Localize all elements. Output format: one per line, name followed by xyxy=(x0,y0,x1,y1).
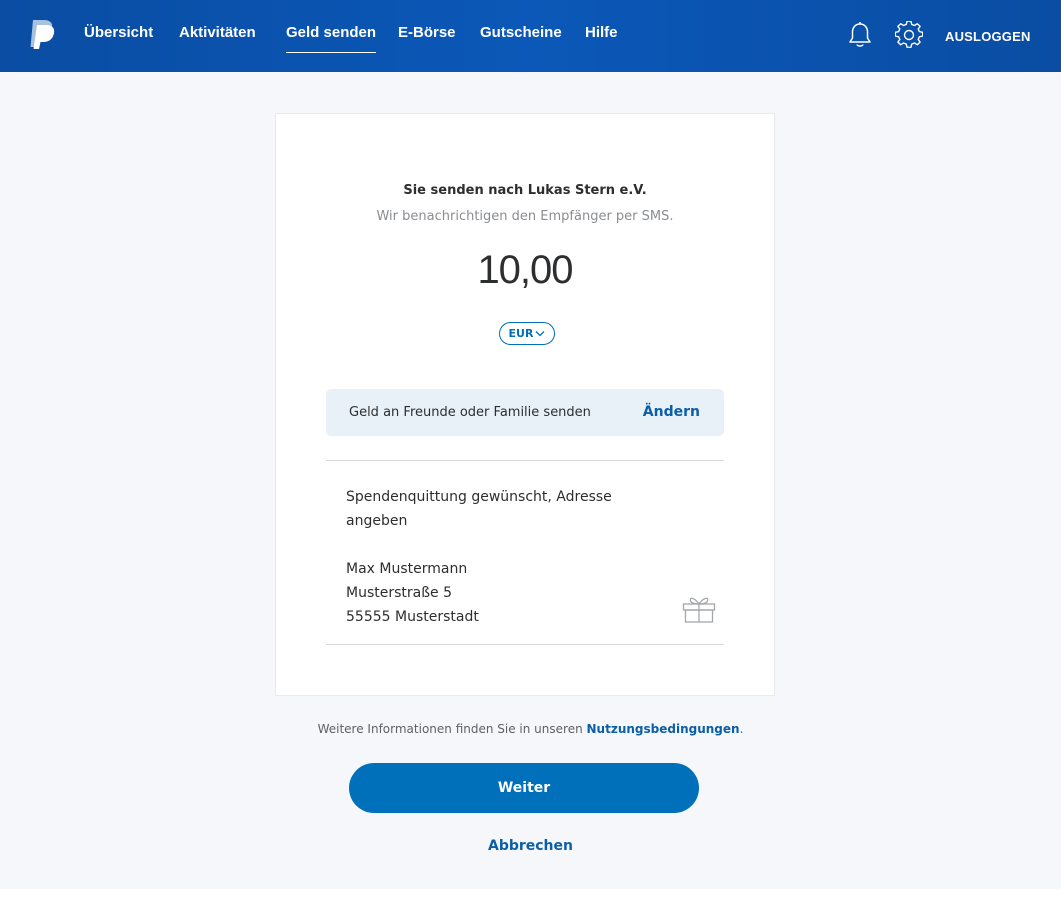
divider xyxy=(326,460,724,461)
currency-label: EUR xyxy=(508,327,534,340)
terms-suffix: . xyxy=(739,722,744,736)
send-money-card: Sie senden nach Lukas Stern e.V. Wir ben… xyxy=(275,113,775,696)
amount-value[interactable]: 10,00 xyxy=(276,248,774,293)
change-payment-type-link[interactable]: Ändern xyxy=(643,404,700,420)
divider xyxy=(326,644,724,645)
payment-type-box: Geld an Freunde oder Familie senden Ände… xyxy=(326,389,724,436)
recipient-heading: Sie senden nach Lukas Stern e.V. xyxy=(403,183,647,198)
nav-aktivitaeten[interactable]: Aktivitäten xyxy=(179,24,256,48)
sms-notice: Wir benachrichtigen den Empfänger per SM… xyxy=(376,209,674,224)
nav-uebersicht[interactable]: Übersicht xyxy=(84,24,153,48)
terms-prefix: Weitere Informationen finden Sie in unse… xyxy=(317,722,583,736)
terms-link[interactable]: Nutzungsbedingungen xyxy=(587,722,740,736)
logout-button[interactable]: AUSLOGGEN xyxy=(945,29,1031,44)
nav-gutscheine[interactable]: Gutscheine xyxy=(480,24,562,48)
payment-type-label: Geld an Freunde oder Familie senden xyxy=(349,405,591,420)
continue-button[interactable]: Weiter xyxy=(349,763,699,813)
gear-icon[interactable] xyxy=(895,21,923,49)
terms-text: Weitere Informationen finden Sie in unse… xyxy=(0,722,1061,736)
cancel-link[interactable]: Abbrechen xyxy=(0,838,1061,854)
paypal-logo[interactable] xyxy=(27,18,57,50)
nav-geld-senden[interactable]: Geld senden xyxy=(286,24,377,53)
currency-selector[interactable]: EUR xyxy=(499,322,555,345)
note-textarea[interactable]: Spendenquittung gewünscht, Adresse angeb… xyxy=(346,485,676,629)
page-bottom-strip xyxy=(0,889,1061,897)
gift-icon[interactable] xyxy=(682,594,716,624)
nav-e-boerse[interactable]: E-Börse xyxy=(398,24,456,48)
chevron-down-icon xyxy=(535,331,545,337)
top-navigation-bar: Übersicht Aktivitäten Geld senden E-Börs… xyxy=(0,0,1061,72)
nav-hilfe[interactable]: Hilfe xyxy=(585,24,618,48)
bell-icon[interactable] xyxy=(847,21,873,49)
